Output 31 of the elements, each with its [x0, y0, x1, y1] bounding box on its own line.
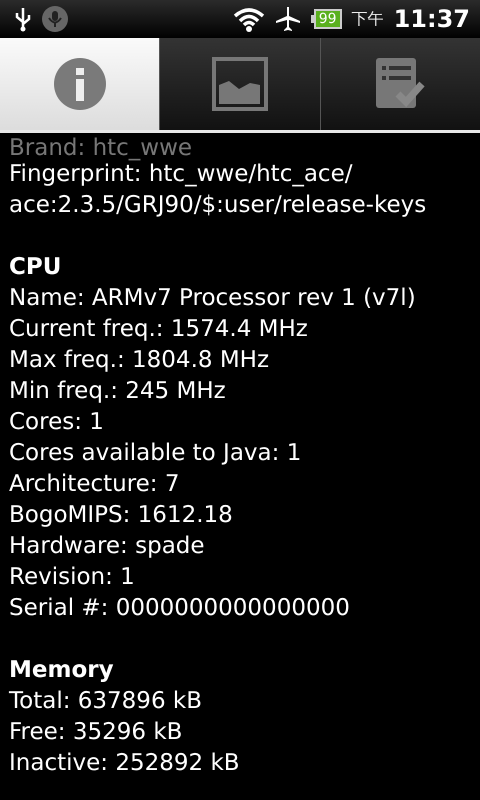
wifi-icon: [232, 6, 265, 32]
info-line: Max freq.: 1804.8 MHz: [9, 346, 270, 375]
section-heading: CPU: [9, 253, 62, 282]
tab[interactable]: [159, 38, 320, 130]
info-line: Current freq.: 1574.4 MHz: [9, 315, 309, 344]
info-line: Architecture: 7: [9, 470, 181, 499]
info-line: Brand: htc_wwe: [9, 137, 194, 159]
info-line: Serial #: 0000000000000000: [9, 594, 351, 623]
info-line: Revision: 1: [9, 563, 136, 592]
section-heading: Memory: [9, 656, 115, 685]
tab[interactable]: [320, 38, 480, 130]
info-line: Cores available to Java: 1: [9, 439, 302, 468]
info-line: BogoMIPS: 1612.18: [9, 501, 234, 530]
info-line: Inactive: 252892 kB: [9, 749, 241, 778]
image-icon: [212, 57, 268, 111]
microphone-icon: [42, 6, 68, 32]
info-line: Min freq.: 245 MHz: [9, 377, 227, 406]
info-line: Total: 637896 kB: [9, 687, 203, 716]
period-label: 下午: [352, 8, 384, 30]
airplane-icon: [274, 6, 301, 32]
info-line: Hardware: spade: [9, 532, 206, 561]
clock: 11:37: [394, 5, 470, 33]
tab[interactable]: [0, 38, 160, 130]
info-line: Free: 35296 kB: [9, 718, 184, 747]
info-line: ace:2.3.5/GRJ90/$:user/release-keys: [9, 191, 428, 220]
info-line: Name: ARMv7 Processor rev 1 (v7l): [9, 284, 417, 313]
usb-icon: [14, 6, 32, 32]
info-line: Fingerprint: htc_wwe/htc_ace/: [9, 160, 354, 189]
info-line: Cores: 1: [9, 408, 105, 437]
info-icon: [52, 57, 107, 111]
battery-icon: 99: [310, 9, 342, 29]
